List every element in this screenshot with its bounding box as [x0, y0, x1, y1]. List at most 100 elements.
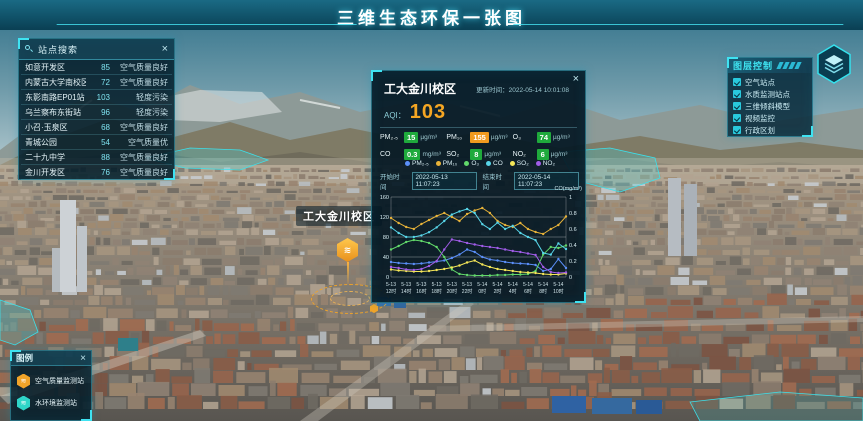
layer-item[interactable]: 三维倾斜模型	[733, 100, 807, 112]
station-status: 空气质量良好	[110, 77, 168, 88]
station-list-item[interactable]: 东影南路EP01站103轻度污染	[21, 90, 172, 105]
station-name: 如意开发区	[25, 62, 86, 73]
pollutant-value: 74	[537, 132, 551, 143]
map-legend-panel: 图例 × ≋空气质量监测站≋水环境监测站	[10, 350, 92, 421]
pollutant-cell: SO₂8µg/m³	[446, 148, 512, 160]
chart-legend-item[interactable]: PM₁₀	[436, 160, 458, 167]
chart-legend-item[interactable]: O₃	[464, 160, 479, 167]
station-list-item[interactable]: 如意开发区85空气质量良好	[21, 60, 172, 75]
station-status: 轻度污染	[110, 107, 168, 118]
svg-text:6时: 6时	[524, 288, 532, 295]
station-aqi-value: 96	[86, 108, 110, 117]
station-list-item[interactable]: 金川开发区76空气质量良好	[21, 165, 172, 180]
svg-text:5-14: 5-14	[538, 282, 548, 288]
svg-text:5-13: 5-13	[462, 282, 472, 288]
pollutant-label: SO₂	[446, 151, 468, 158]
layer-item[interactable]: 行政区划	[733, 124, 807, 136]
station-list-item[interactable]: 乌兰察布东街站96轻度污染	[21, 105, 172, 120]
divider	[380, 127, 577, 128]
station-name: 乌兰察布东街站	[25, 107, 86, 118]
pollutant-cell: O₃74µg/m³	[513, 131, 579, 143]
station-name: 内蒙古大学南校区	[25, 77, 86, 88]
station-aqi-value: 54	[86, 138, 110, 147]
chart-legend-item[interactable]: CO	[486, 160, 503, 167]
layer-checkbox[interactable]	[733, 114, 741, 122]
station-aqi-value: 85	[86, 63, 110, 72]
station-aqi-value: 68	[86, 123, 110, 132]
layer-label: 水质监测站点	[745, 89, 790, 100]
legend-label: O₃	[471, 160, 479, 167]
station-name: 东影南路EP01站	[25, 92, 86, 103]
layer-checkbox[interactable]	[733, 78, 741, 86]
svg-text:5-13: 5-13	[416, 282, 426, 288]
layer-item[interactable]: 水质监测站点	[733, 88, 807, 100]
popup-title: 工大金川校区	[384, 80, 456, 97]
chart-legend-item[interactable]: PM₂.₅	[405, 160, 429, 167]
station-name: 金川开发区	[25, 167, 86, 178]
marker-stem	[347, 262, 349, 284]
svg-text:5-14: 5-14	[477, 282, 487, 288]
svg-text:14时: 14时	[401, 288, 412, 295]
station-status: 空气质量良好	[110, 152, 168, 163]
layer-item[interactable]: 视频监控	[733, 112, 807, 124]
layer-items: 空气站点水质监测站点三维倾斜模型视频监控行政区划	[728, 73, 812, 139]
station-aqi-value: 103	[86, 93, 110, 102]
pollutant-cell: PM₂.₅15µg/m³	[380, 131, 446, 143]
close-icon[interactable]: ×	[80, 353, 86, 364]
svg-text:5-13: 5-13	[447, 282, 457, 288]
station-detail-popup: 工大金川校区 更新时间：2022-05-14 10:01:08 × AQI： 1…	[371, 70, 586, 303]
chart-legend-item[interactable]: SO₂	[510, 160, 529, 167]
svg-text:5-14: 5-14	[493, 282, 503, 288]
station-list-item[interactable]: 青城公园54空气质量优	[21, 135, 172, 150]
station-rows: 如意开发区85空气质量良好内蒙古大学南校区72空气质量良好东影南路EP01站10…	[19, 60, 174, 180]
station-list-item[interactable]: 内蒙古大学南校区72空气质量良好	[21, 75, 172, 90]
station-list-item[interactable]: 二十九中学88空气质量良好	[21, 150, 172, 165]
layer-checkbox[interactable]	[733, 102, 741, 110]
legend-marker-icon: ≋	[17, 396, 30, 411]
legend-dot-icon	[405, 161, 410, 166]
svg-text:120: 120	[380, 215, 389, 221]
layer-checkbox[interactable]	[733, 90, 741, 98]
close-icon[interactable]: ×	[573, 74, 579, 85]
marker-ring-inner	[330, 291, 370, 306]
svg-text:0: 0	[386, 275, 389, 281]
layers-icon[interactable]	[816, 44, 852, 84]
legend-dot-icon	[464, 161, 469, 166]
pollutant-value: 8	[470, 149, 482, 160]
header-decoration-right	[513, 24, 847, 29]
legend-item: ≋ 空气质量监测站	[17, 370, 85, 392]
svg-text:80: 80	[383, 235, 389, 241]
pollutant-value: 6	[537, 149, 549, 160]
legend-label: NO₂	[543, 160, 555, 167]
layer-label: 视频监控	[745, 113, 775, 124]
pollutant-value: 15	[404, 132, 418, 143]
pollutant-value: 0.3	[404, 149, 420, 160]
station-aqi-value: 88	[86, 153, 110, 162]
pollutant-value: 155	[470, 132, 489, 143]
aqi-label: AQI：	[384, 110, 406, 121]
svg-text:160: 160	[380, 195, 389, 201]
chart-legend-item[interactable]: NO₂	[536, 160, 555, 167]
popup-update-time: 更新时间：2022-05-14 10:01:08	[476, 84, 569, 94]
pollutant-unit: µg/m³	[484, 151, 501, 158]
pollutant-label: O₃	[513, 134, 535, 141]
station-list-item[interactable]: 小召·玉泉区68空气质量良好	[21, 120, 172, 135]
svg-text:0.2: 0.2	[569, 259, 577, 265]
svg-text:5-14: 5-14	[553, 282, 563, 288]
layer-label: 行政区划	[745, 125, 775, 136]
svg-text:20时: 20时	[447, 288, 458, 295]
svg-text:5-13: 5-13	[401, 282, 411, 288]
legend-item-label: 空气质量监测站	[35, 376, 84, 386]
station-status: 空气质量优	[110, 137, 168, 148]
layer-checkbox[interactable]	[733, 126, 741, 134]
legend-marker-icon: ≋	[17, 374, 30, 389]
svg-text:10时: 10时	[553, 288, 564, 295]
close-icon[interactable]: ×	[162, 43, 168, 55]
svg-text:5-13: 5-13	[432, 282, 442, 288]
layer-item[interactable]: 空气站点	[733, 76, 807, 88]
pollutant-cell: PM₁₀155µg/m³	[446, 131, 512, 143]
layer-label: 空气站点	[745, 77, 775, 88]
pollutant-label: PM₁₀	[446, 134, 468, 141]
svg-text:0时: 0时	[478, 288, 486, 295]
pollutant-unit: µg/m³	[553, 134, 570, 141]
